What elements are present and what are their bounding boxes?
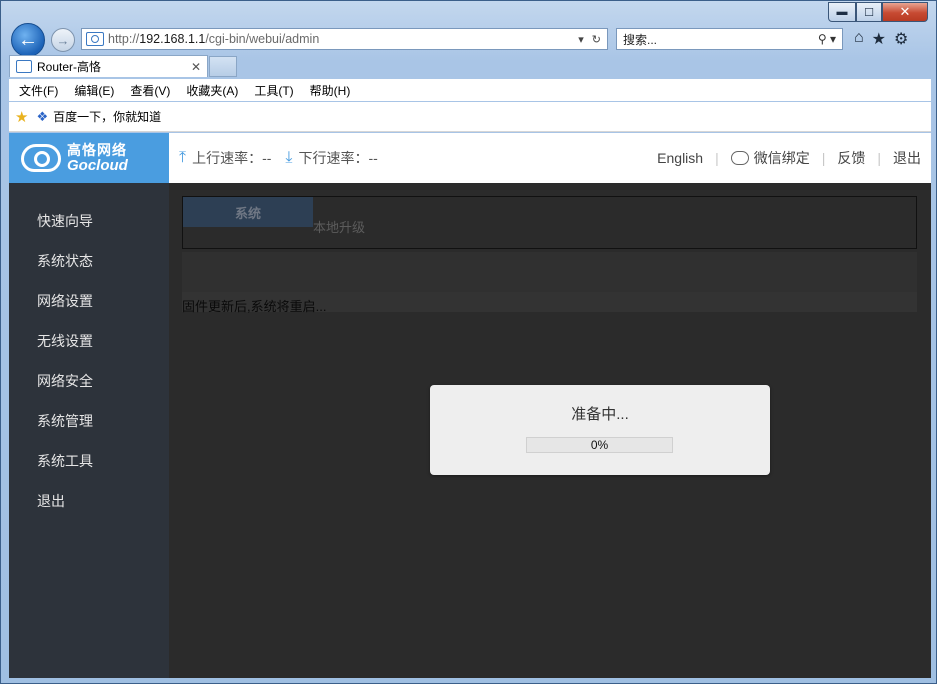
menu-view[interactable]: 查看(V) bbox=[130, 82, 170, 99]
sidebar-item-system-status[interactable]: 系统状态 bbox=[37, 251, 93, 271]
sidebar-item-network-settings[interactable]: 网络设置 bbox=[37, 291, 93, 311]
header-links: English | 微信绑定 | 反馈 | 退出 bbox=[657, 148, 921, 168]
menu-edit[interactable]: 编辑(E) bbox=[74, 82, 114, 99]
upload-arrow-icon: ⤒ bbox=[179, 149, 187, 166]
download-arrow-icon: ⤓ bbox=[285, 149, 293, 166]
wechat-bind-link[interactable]: 微信绑定 bbox=[754, 148, 810, 168]
favorites-star-icon[interactable]: ★ bbox=[872, 29, 886, 49]
content-tabs: 系统 本地升级 bbox=[182, 196, 917, 249]
sidebar-item-logout[interactable]: 退出 bbox=[37, 491, 65, 511]
browser-tab[interactable]: Router-高恪 ✕ bbox=[9, 55, 208, 77]
sidebar-item-quick-guide[interactable]: 快速向导 bbox=[37, 211, 93, 231]
search-box[interactable]: 搜索... ⚲ ▾ bbox=[616, 28, 843, 50]
sidebar-item-wireless-settings[interactable]: 无线设置 bbox=[37, 331, 93, 351]
wechat-icon bbox=[730, 151, 749, 165]
search-input[interactable]: 搜索... bbox=[623, 31, 657, 48]
download-rate: 下行速率：-- bbox=[298, 150, 378, 166]
rate-indicators: ⤒ 上行速率：-- ⤓ 下行速率：-- bbox=[179, 133, 392, 183]
forward-button[interactable]: → bbox=[51, 28, 75, 52]
menu-bar: 文件(F) 编辑(E) 查看(V) 收藏夹(A) 工具(T) 帮助(H) bbox=[9, 79, 931, 101]
english-link[interactable]: English bbox=[657, 150, 703, 166]
maximize-button[interactable]: ☐ bbox=[856, 2, 882, 22]
sidebar-item-system-tools[interactable]: 系统工具 bbox=[37, 451, 93, 471]
window-controls: ▬ ☐ ✕ bbox=[828, 2, 928, 22]
gocloud-logo: 高恪网络 Gocloud bbox=[9, 133, 169, 183]
logo-cn: 高恪网络 bbox=[67, 142, 127, 158]
search-icon[interactable]: ⚲ ▾ bbox=[818, 32, 842, 46]
menu-favorites[interactable]: 收藏夹(A) bbox=[186, 82, 238, 99]
menu-file[interactable]: 文件(F) bbox=[19, 82, 58, 99]
baidu-paw-icon: ❖ bbox=[36, 108, 49, 124]
cloud-logo-icon bbox=[21, 144, 61, 172]
close-window-button[interactable]: ✕ bbox=[882, 2, 928, 22]
tab-title: Router-高恪 bbox=[37, 60, 102, 74]
tab-close-icon[interactable]: ✕ bbox=[191, 60, 201, 74]
dropdown-icon[interactable]: ▾ bbox=[578, 33, 584, 46]
menu-help[interactable]: 帮助(H) bbox=[310, 82, 351, 99]
upload-rate: 上行速率：-- bbox=[192, 150, 272, 166]
tab-local-upgrade[interactable]: 本地升级 bbox=[313, 217, 365, 236]
tab-site-icon bbox=[16, 60, 32, 73]
home-icon[interactable]: ⌂ bbox=[854, 29, 864, 49]
header-logout-link[interactable]: 退出 bbox=[893, 148, 921, 168]
new-tab-button[interactable] bbox=[209, 56, 237, 77]
favorite-link-baidu[interactable]: 百度一下，你就知道 bbox=[53, 108, 161, 125]
add-favorites-icon[interactable]: ★ bbox=[15, 108, 28, 126]
progress-dialog: 准备中... 0% bbox=[430, 385, 770, 475]
logo-en: Gocloud bbox=[67, 157, 128, 174]
favorites-bar: ★ ❖ 百度一下，你就知道 bbox=[9, 102, 931, 132]
progress-bar: 0% bbox=[526, 437, 673, 453]
page-header: 高恪网络 Gocloud ⤒ 上行速率：-- ⤓ 下行速率：-- English… bbox=[9, 133, 931, 183]
reboot-notice: 固件更新后,系统将重启... bbox=[182, 299, 327, 314]
browser-window: ▬ ☐ ✕ ← → http://192.168.1.1/cgi-bin/web… bbox=[0, 0, 937, 684]
sidebar-item-network-security[interactable]: 网络安全 bbox=[37, 371, 93, 391]
feedback-link[interactable]: 反馈 bbox=[837, 148, 865, 168]
tab-system[interactable]: 系统 bbox=[183, 197, 313, 227]
progress-text: 0% bbox=[590, 438, 609, 452]
sidebar: 快速向导 系统状态 网络设置 无线设置 网络安全 系统管理 系统工具 退出 bbox=[9, 183, 169, 678]
dialog-title: 准备中... bbox=[571, 406, 629, 423]
minimize-button[interactable]: ▬ bbox=[828, 2, 856, 22]
site-icon bbox=[86, 32, 104, 46]
address-url: http://192.168.1.1/cgi-bin/webui/admin bbox=[108, 32, 320, 46]
menu-tools[interactable]: 工具(T) bbox=[254, 82, 293, 99]
navigation-row: ← → http://192.168.1.1/cgi-bin/webui/adm… bbox=[1, 21, 936, 57]
tab-row: Router-高恪 ✕ bbox=[1, 55, 936, 79]
sidebar-item-system-management[interactable]: 系统管理 bbox=[37, 411, 93, 431]
refresh-icon[interactable]: ↻ bbox=[592, 33, 601, 46]
gear-icon[interactable]: ⚙ bbox=[894, 29, 908, 49]
address-bar[interactable]: http://192.168.1.1/cgi-bin/webui/admin ▾… bbox=[81, 28, 608, 50]
back-button[interactable]: ← bbox=[11, 23, 45, 57]
